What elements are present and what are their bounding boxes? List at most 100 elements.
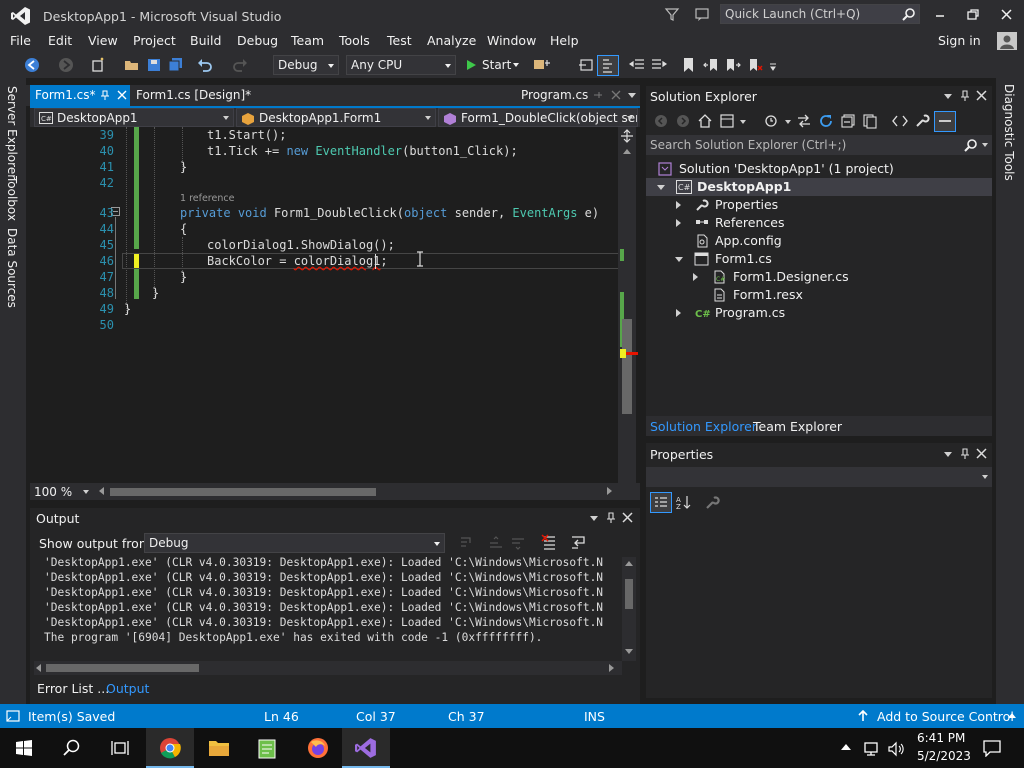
- clock-time[interactable]: 6:41 PM: [917, 731, 965, 745]
- window-position-dropdown-icon[interactable]: [944, 94, 952, 99]
- redo-icon[interactable]: [232, 57, 248, 73]
- account-avatar-icon[interactable]: [997, 32, 1017, 50]
- pin-icon[interactable]: [605, 512, 617, 524]
- scroll-left-icon[interactable]: [99, 487, 104, 495]
- tree-item-app-config[interactable]: App.config: [646, 232, 992, 250]
- navigate-forward-icon[interactable]: [58, 57, 74, 73]
- bookmark-icon[interactable]: [681, 57, 697, 73]
- show-all-files-icon[interactable]: [862, 113, 878, 129]
- tab-toolbox[interactable]: Toolbox: [5, 176, 19, 221]
- menu-debug[interactable]: Debug: [237, 33, 278, 48]
- preview-selected-items-icon[interactable]: [934, 111, 956, 132]
- clear-all-icon[interactable]: [541, 534, 557, 550]
- class-dropdown[interactable]: DesktopApp1.Form1: [236, 108, 436, 127]
- scroll-right-icon[interactable]: [609, 664, 614, 672]
- taskbar-file-explorer[interactable]: [195, 728, 243, 768]
- menu-project[interactable]: Project: [133, 33, 176, 48]
- split-editor-icon[interactable]: [620, 129, 634, 143]
- browser-link-icon[interactable]: [533, 57, 550, 73]
- tree-item-form1-resx[interactable]: Form1.resx: [646, 286, 992, 304]
- tree-item-form1-designer[interactable]: C# Form1.Designer.cs: [646, 268, 992, 286]
- pin-icon[interactable]: [959, 90, 971, 102]
- save-all-icon[interactable]: [168, 57, 184, 73]
- restore-button[interactable]: [963, 6, 983, 24]
- taskbar-visual-studio[interactable]: [342, 728, 390, 768]
- output-source-select[interactable]: Debug: [144, 533, 445, 553]
- taskbar-firefox[interactable]: [294, 728, 342, 768]
- taskbar-notepad[interactable]: [243, 728, 291, 768]
- chevron-down-icon[interactable]: [83, 490, 89, 494]
- chevron-down-icon[interactable]: [785, 120, 791, 124]
- volume-icon[interactable]: [887, 741, 905, 757]
- show-hidden-icons-icon[interactable]: [841, 744, 851, 750]
- output-horizontal-scrollbar[interactable]: [34, 661, 622, 675]
- pin-icon[interactable]: [593, 90, 603, 100]
- tab-error-list[interactable]: Error List ...: [37, 681, 109, 696]
- clock-date[interactable]: 5/2/2023: [917, 749, 971, 763]
- chevron-down-icon[interactable]: [982, 143, 988, 147]
- output-text[interactable]: 'DesktopApp1.exe' (CLR v4.0.30319: Deskt…: [44, 556, 622, 648]
- collapsed-chevron-icon[interactable]: [676, 219, 681, 227]
- close-pane-icon[interactable]: [976, 90, 987, 101]
- menu-view[interactable]: View: [88, 33, 118, 48]
- horizontal-scroll-thumb[interactable]: [46, 664, 199, 672]
- tab-solution-explorer[interactable]: Solution Explorer: [650, 419, 757, 434]
- menu-help[interactable]: Help: [550, 33, 579, 48]
- task-view-button[interactable]: [96, 728, 144, 768]
- forward-icon[interactable]: [676, 114, 690, 128]
- window-position-dropdown-icon[interactable]: [944, 452, 952, 457]
- collapsed-chevron-icon[interactable]: [676, 309, 681, 317]
- undo-icon[interactable]: [197, 57, 213, 73]
- code-editor[interactable]: 39 40 41 42 43 44 45 46 47 48 49 50 t1.S…: [30, 127, 626, 483]
- tab-form1-design[interactable]: Form1.cs [Design]*: [132, 85, 262, 106]
- tab-diagnostic-tools[interactable]: Diagnostic Tools: [1002, 84, 1016, 181]
- pending-changes-filter-icon[interactable]: [763, 113, 779, 129]
- tree-item-form1-cs[interactable]: Form1.cs: [646, 250, 992, 268]
- categorized-view-icon[interactable]: [650, 492, 672, 513]
- indent-icon[interactable]: [651, 57, 667, 73]
- window-position-dropdown-icon[interactable]: [590, 516, 598, 521]
- start-button[interactable]: [0, 728, 48, 768]
- close-tab-icon[interactable]: [611, 90, 621, 100]
- alphabetical-view-icon[interactable]: AZ: [676, 494, 692, 510]
- tree-item-program-cs[interactable]: C# Program.cs: [646, 304, 992, 322]
- collapse-all-icon[interactable]: [840, 113, 856, 129]
- navigate-back-icon[interactable]: [24, 57, 40, 73]
- tab-form1-cs[interactable]: Form1.cs*: [30, 85, 130, 106]
- expanded-chevron-icon[interactable]: [675, 257, 683, 262]
- tree-item-project[interactable]: C# DesktopApp1: [646, 178, 992, 196]
- scroll-down-icon[interactable]: [625, 649, 633, 654]
- codelens-references[interactable]: 1 reference: [180, 193, 234, 204]
- add-to-source-control-button[interactable]: Add to Source Control: [877, 709, 1014, 724]
- new-project-icon[interactable]: [90, 57, 106, 73]
- tree-item-properties[interactable]: Properties: [646, 196, 992, 214]
- start-debugging-button[interactable]: Start: [462, 55, 524, 75]
- scroll-up-icon[interactable]: [625, 561, 633, 566]
- menu-test[interactable]: Test: [387, 33, 412, 48]
- scroll-right-icon[interactable]: [607, 487, 612, 495]
- back-icon[interactable]: [654, 114, 668, 128]
- platform-select[interactable]: Any CPU: [346, 55, 456, 75]
- search-button[interactable]: [48, 728, 96, 768]
- menu-edit[interactable]: Edit: [48, 33, 72, 48]
- previous-bookmark-icon[interactable]: [703, 57, 719, 73]
- configuration-select[interactable]: Debug: [273, 55, 339, 75]
- property-pages-wrench-icon[interactable]: [704, 494, 720, 510]
- outdent-icon[interactable]: [629, 57, 645, 73]
- sign-in-link[interactable]: Sign in: [938, 33, 981, 48]
- minimize-button[interactable]: [930, 6, 950, 24]
- save-icon[interactable]: [146, 57, 162, 73]
- next-bookmark-icon[interactable]: [725, 57, 741, 73]
- tab-team-explorer[interactable]: Team Explorer: [753, 419, 842, 434]
- menu-window[interactable]: Window: [487, 33, 536, 48]
- taskbar-chrome[interactable]: [146, 728, 194, 768]
- properties-wrench-icon[interactable]: [914, 113, 930, 129]
- tab-server-explorer[interactable]: Server Explorer: [5, 86, 19, 179]
- find-message-icon[interactable]: [458, 535, 474, 551]
- chevron-up-icon[interactable]: [1008, 713, 1016, 718]
- close-tab-icon[interactable]: [117, 90, 127, 100]
- menu-build[interactable]: Build: [190, 33, 221, 48]
- feedback-icon[interactable]: [694, 6, 710, 22]
- close-pane-icon[interactable]: [622, 512, 633, 523]
- pin-icon[interactable]: [100, 90, 110, 100]
